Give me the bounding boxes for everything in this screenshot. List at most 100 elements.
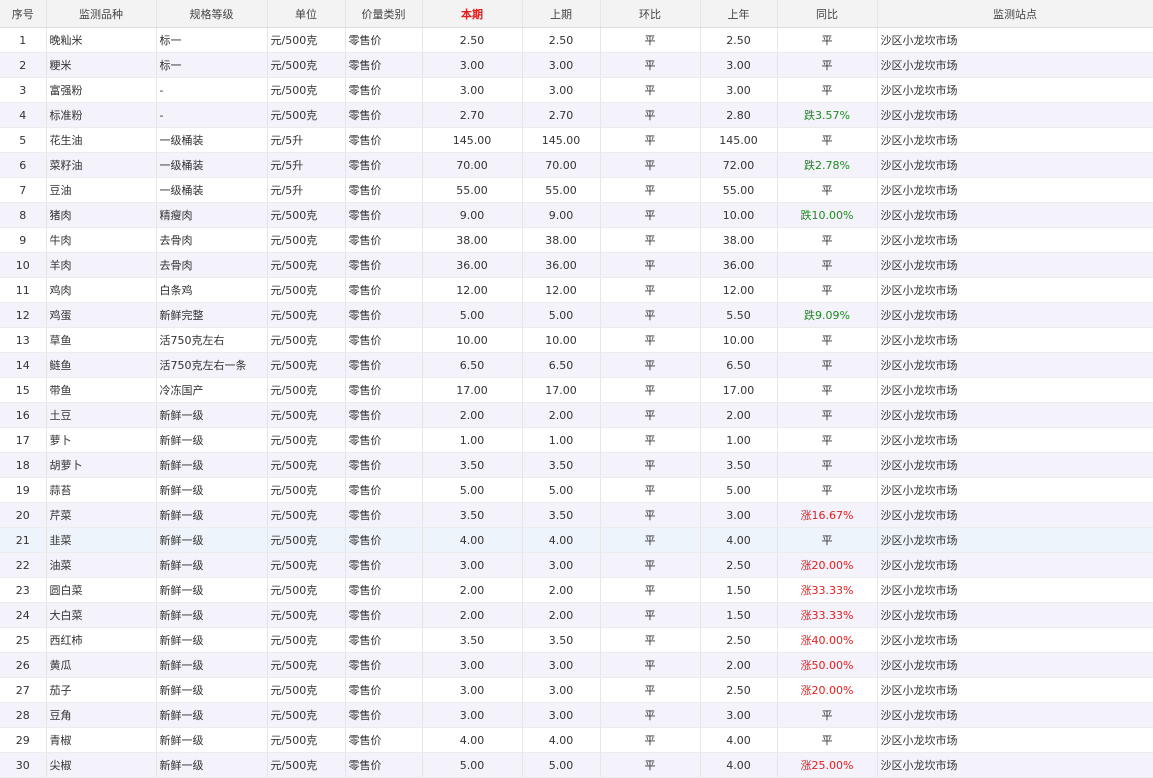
cell-previous-price: 9.00 xyxy=(522,202,601,228)
header-current-period[interactable]: 本期 xyxy=(422,0,523,28)
table-row[interactable]: 22 油菜 新鲜一级 元/500克 零售价 3.00 3.00 平 2.50 涨20.00% 沙区小… xyxy=(0,552,1153,578)
table-row[interactable]: 4 标准粉 - 元/500克 零售价 2.70 2.70 平 2.80 跌3.57% 沙区小龙坎市场 xyxy=(0,102,1153,128)
cell-index: 26 xyxy=(0,652,47,678)
cell-current-price: 145.00 xyxy=(422,127,523,153)
table-row[interactable]: 14 鲢鱼 活750克左右一条 元/500克 零售价 6.50 6.50 平 6.50 平沙区小龙… xyxy=(0,352,1153,378)
cell-current-price: 38.00 xyxy=(422,227,523,253)
cell-item-name: 土豆 xyxy=(46,402,157,428)
cell-previous-price: 2.50 xyxy=(522,27,601,53)
cell-station: 沙区小龙坎市场 xyxy=(877,727,1153,753)
cell-previous-price: 3.00 xyxy=(522,77,601,103)
table-row[interactable]: 6 菜籽油 一级桶装 元/5升 零售价 70.00 70.00 平 72.00 跌2.78% 沙区小… xyxy=(0,152,1153,178)
cell-yoy: 跌2.78% xyxy=(777,152,878,178)
cell-current-price: 70.00 xyxy=(422,152,523,178)
cell-price-type: 零售价 xyxy=(345,677,423,703)
table-row[interactable]: 27 茄子 新鲜一级 元/500克 零售价 3.00 3.00 平 2.50 涨20.00% 沙区小… xyxy=(0,677,1153,703)
table-row[interactable]: 18 胡萝卜 新鲜一级 元/500克 零售价 3.50 3.50 平 3.50 平沙区小龙坎市场 xyxy=(0,452,1153,478)
header-grade[interactable]: 规格等级 xyxy=(156,0,268,28)
cell-current-price: 10.00 xyxy=(422,327,523,353)
cell-yoy: 平 xyxy=(777,27,878,53)
table-row[interactable]: 28 豆角 新鲜一级 元/500克 零售价 3.00 3.00 平 3.00 平沙区小龙坎市场 xyxy=(0,702,1153,728)
table-row[interactable]: 3 富强粉 - 元/500克 零售价 3.00 3.00 平 3.00 平沙区小龙坎市场 xyxy=(0,77,1153,103)
cell-price-type: 零售价 xyxy=(345,102,423,128)
header-unit[interactable]: 单位 xyxy=(267,0,346,28)
header-last-year[interactable]: 上年 xyxy=(700,0,778,28)
table-row[interactable]: 23 圆白菜 新鲜一级 元/500克 零售价 2.00 2.00 平 1.50 涨33.33% 沙区… xyxy=(0,577,1153,603)
cell-unit: 元/500克 xyxy=(267,752,346,778)
table-row[interactable]: 2 粳米 标一 元/500克 零售价 3.00 3.00 平 3.00 平沙区小龙坎市场 xyxy=(0,52,1153,78)
table-row[interactable]: 17 萝卜 新鲜一级 元/500克 零售价 1.00 1.00 平 1.00 平沙区小龙坎市场 xyxy=(0,427,1153,453)
cell-price-type: 零售价 xyxy=(345,627,423,653)
table-row[interactable]: 20 芹菜 新鲜一级 元/500克 零售价 3.50 3.50 平 3.00 涨16.67% 沙区小… xyxy=(0,502,1153,528)
cell-station: 沙区小龙坎市场 xyxy=(877,652,1153,678)
cell-yoy: 平 xyxy=(777,377,878,403)
cell-last-year-price: 17.00 xyxy=(700,377,778,403)
table-row[interactable]: 16 土豆 新鲜一级 元/500克 零售价 2.00 2.00 平 2.00 平沙区小龙坎市场 xyxy=(0,402,1153,428)
table-row[interactable]: 25 西红柿 新鲜一级 元/500克 零售价 3.50 3.50 平 2.50 涨40.00% 沙区… xyxy=(0,627,1153,653)
table-row[interactable]: 21 韭菜 新鲜一级 元/500克 零售价 4.00 4.00 平 4.00 平沙区小龙坎市场 xyxy=(0,527,1153,553)
cell-station: 沙区小龙坎市场 xyxy=(877,752,1153,778)
table-row[interactable]: 9 牛肉 去骨肉 元/500克 零售价 38.00 38.00 平 38.00 平沙区小龙坎市场 xyxy=(0,227,1153,253)
cell-grade: 新鲜一级 xyxy=(156,502,268,528)
cell-current-price: 5.00 xyxy=(422,477,523,503)
header-index[interactable]: 序号 xyxy=(0,0,47,28)
header-previous-period[interactable]: 上期 xyxy=(522,0,601,28)
cell-mom: 平 xyxy=(600,77,701,103)
table-row[interactable]: 24 大白菜 新鲜一级 元/500克 零售价 2.00 2.00 平 1.50 涨33.33% 沙区… xyxy=(0,602,1153,628)
cell-station: 沙区小龙坎市场 xyxy=(877,402,1153,428)
cell-grade: - xyxy=(156,102,268,128)
table-row[interactable]: 13 草鱼 活750克左右 元/500克 零售价 10.00 10.00 平 10.00 平沙区小… xyxy=(0,327,1153,353)
cell-grade: 新鲜一级 xyxy=(156,652,268,678)
header-mom[interactable]: 环比 xyxy=(600,0,701,28)
cell-index: 9 xyxy=(0,227,47,253)
cell-station: 沙区小龙坎市场 xyxy=(877,77,1153,103)
cell-previous-price: 5.00 xyxy=(522,477,601,503)
table-row[interactable]: 5 花生油 一级桶装 元/5升 零售价 145.00 145.00 平 145.00 平沙区小龙坎… xyxy=(0,127,1153,153)
cell-previous-price: 3.50 xyxy=(522,452,601,478)
cell-item-name: 草鱼 xyxy=(46,327,157,353)
header-station[interactable]: 监测站点 xyxy=(877,0,1153,28)
table-row[interactable]: 19 蒜苔 新鲜一级 元/500克 零售价 5.00 5.00 平 5.00 平沙区小龙坎市场 xyxy=(0,477,1153,503)
table-row[interactable]: 1 晚籼米 标一 元/500克 零售价 2.50 2.50 平 2.50 平沙区小龙坎市场 xyxy=(0,27,1153,53)
cell-current-price: 3.50 xyxy=(422,452,523,478)
cell-price-type: 零售价 xyxy=(345,302,423,328)
table-header: 序号 监测品种 规格等级 单位 价量类别 本期 上期 环比 上年 同比 监测站点 xyxy=(0,0,1153,28)
cell-price-type: 零售价 xyxy=(345,602,423,628)
cell-grade: 新鲜一级 xyxy=(156,452,268,478)
cell-item-name: 花生油 xyxy=(46,127,157,153)
cell-price-type: 零售价 xyxy=(345,702,423,728)
cell-current-price: 36.00 xyxy=(422,252,523,278)
cell-price-type: 零售价 xyxy=(345,27,423,53)
cell-current-price: 3.50 xyxy=(422,502,523,528)
cell-previous-price: 12.00 xyxy=(522,277,601,303)
cell-price-type: 零售价 xyxy=(345,752,423,778)
header-price-type[interactable]: 价量类别 xyxy=(345,0,423,28)
table-row[interactable]: 29 青椒 新鲜一级 元/500克 零售价 4.00 4.00 平 4.00 平沙区小龙坎市场 xyxy=(0,727,1153,753)
table-row[interactable]: 30 尖椒 新鲜一级 元/500克 零售价 5.00 5.00 平 4.00 涨25.00% 沙区小… xyxy=(0,752,1153,778)
cell-current-price: 1.00 xyxy=(422,427,523,453)
cell-last-year-price: 10.00 xyxy=(700,202,778,228)
cell-price-type: 零售价 xyxy=(345,252,423,278)
cell-unit: 元/500克 xyxy=(267,402,346,428)
cell-mom: 平 xyxy=(600,627,701,653)
header-item[interactable]: 监测品种 xyxy=(46,0,157,28)
cell-grade: 新鲜一级 xyxy=(156,727,268,753)
cell-last-year-price: 36.00 xyxy=(700,252,778,278)
header-yoy[interactable]: 同比 xyxy=(777,0,878,28)
table-row[interactable]: 12 鸡蛋 新鲜完整 元/500克 零售价 5.00 5.00 平 5.50 跌9.09% 沙区小龙… xyxy=(0,302,1153,328)
cell-grade: 新鲜一级 xyxy=(156,677,268,703)
table-row[interactable]: 8 猪肉 精瘦肉 元/500克 零售价 9.00 9.00 平 10.00 跌10.00% 沙区小龙… xyxy=(0,202,1153,228)
cell-yoy: 跌3.57% xyxy=(777,102,878,128)
table-row[interactable]: 7 豆油 一级桶装 元/5升 零售价 55.00 55.00 平 55.00 平沙区小龙坎市场 xyxy=(0,177,1153,203)
table-row[interactable]: 11 鸡肉 白条鸡 元/500克 零售价 12.00 12.00 平 12.00 平沙区小龙坎市场 xyxy=(0,277,1153,303)
table-row[interactable]: 26 黄瓜 新鲜一级 元/500克 零售价 3.00 3.00 平 2.00 涨50.00% 沙区小… xyxy=(0,652,1153,678)
cell-grade: 去骨肉 xyxy=(156,252,268,278)
cell-station: 沙区小龙坎市场 xyxy=(877,202,1153,228)
cell-current-price: 3.00 xyxy=(422,677,523,703)
cell-mom: 平 xyxy=(600,177,701,203)
table-row[interactable]: 10 羊肉 去骨肉 元/500克 零售价 36.00 36.00 平 36.00 平沙区小龙坎市场 xyxy=(0,252,1153,278)
cell-yoy: 涨25.00% xyxy=(777,752,878,778)
cell-index: 27 xyxy=(0,677,47,703)
cell-mom: 平 xyxy=(600,527,701,553)
table-row[interactable]: 15 带鱼 冷冻国产 元/500克 零售价 17.00 17.00 平 17.00 平沙区小龙坎市… xyxy=(0,377,1153,403)
